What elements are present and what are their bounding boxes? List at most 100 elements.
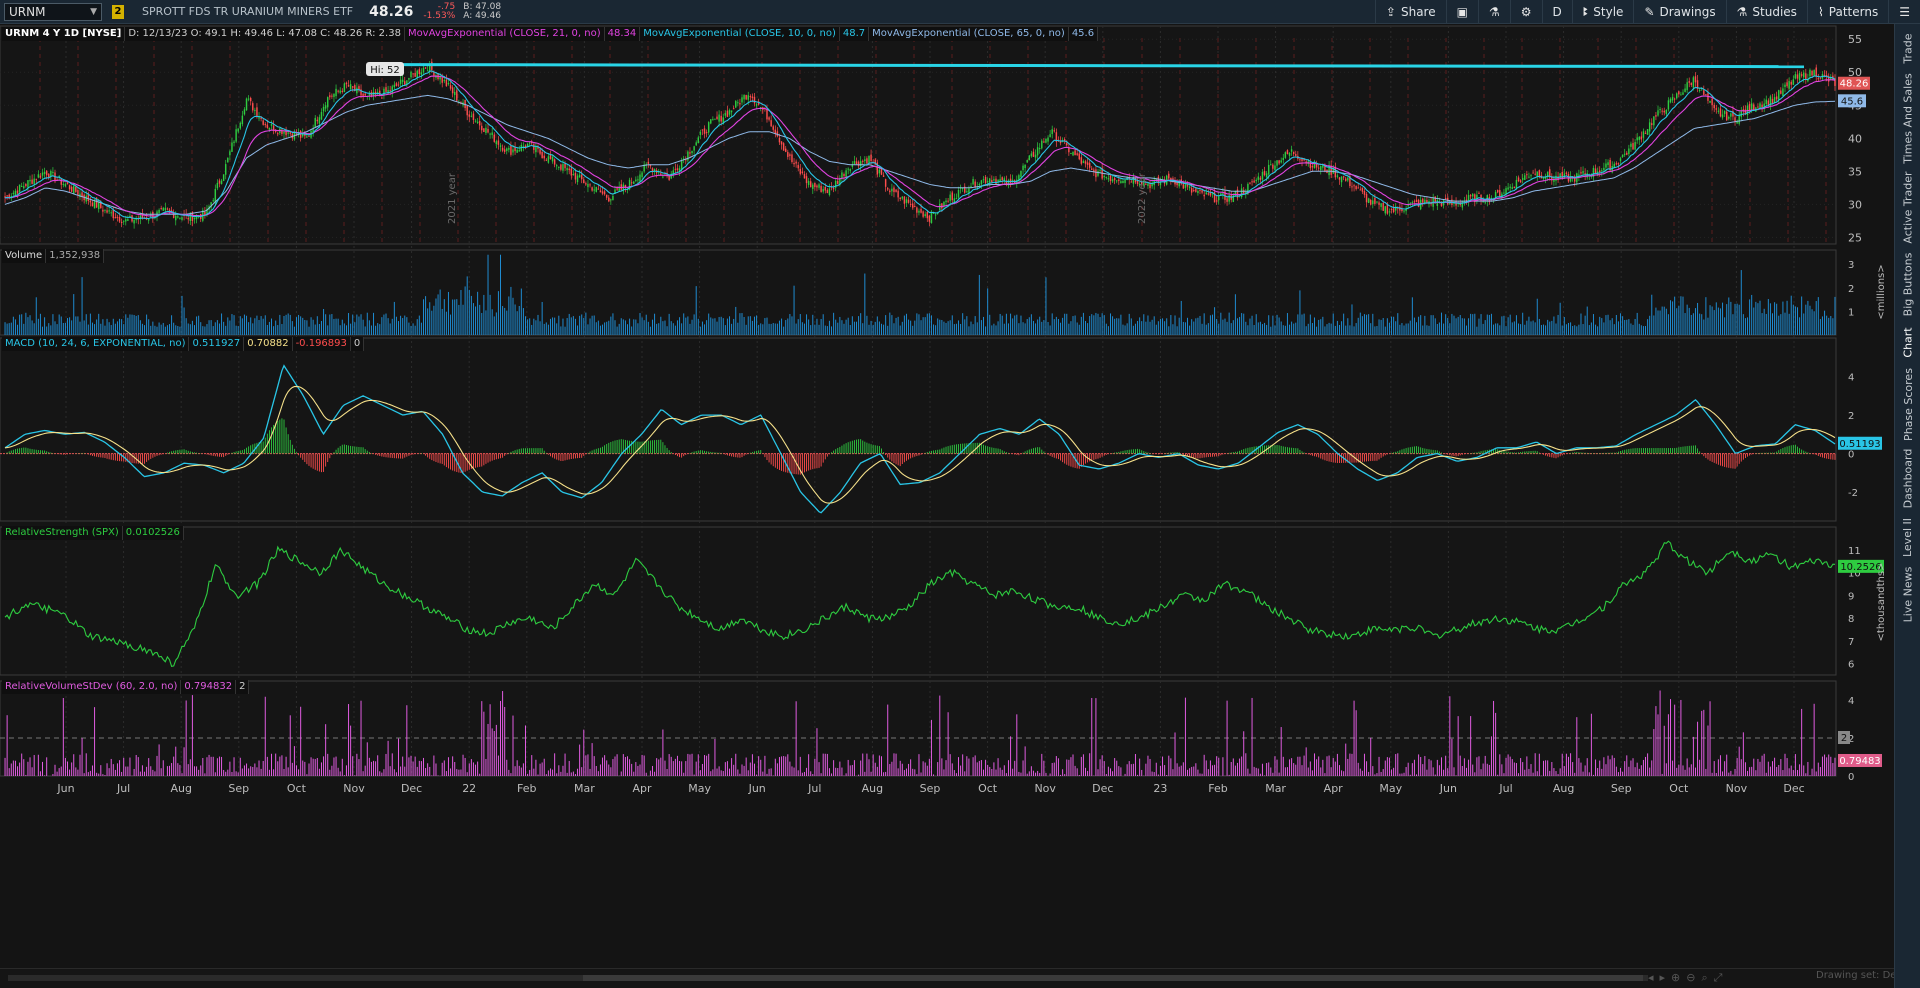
rs-label[interactable]: RelativeStrength (SPX) (2, 526, 123, 540)
candle-body (905, 199, 908, 203)
candle-body (1580, 172, 1582, 174)
candle-body (497, 140, 500, 145)
candle-body (1317, 167, 1320, 169)
candle-body (599, 190, 602, 193)
candle-body (1184, 184, 1187, 188)
volume-label[interactable]: Volume (2, 249, 47, 263)
candle-body (755, 104, 758, 106)
rv-label[interactable]: RelativeVolumeStDev (60, 2.0, no) (2, 680, 182, 694)
symbol-input[interactable]: URNM ▼ (4, 2, 102, 21)
side-tab-big-buttons[interactable]: Big Buttons (1895, 250, 1920, 318)
candle-body (797, 165, 799, 169)
candle-body (218, 180, 221, 184)
candle-body (1034, 154, 1037, 158)
chart-area[interactable]: Jun Jul Aug Sep Oct Nov Dec 22 Feb Mar Apr May Jun Ju… (0, 24, 1894, 988)
ema10-label[interactable]: MovAvgExponential (CLOSE, 10, 0, no) (640, 27, 840, 41)
style-button[interactable]: ꔪ Style (1571, 0, 1634, 24)
rs-y-tick: 6 (1848, 660, 1854, 671)
share-button[interactable]: ⇪ Share (1374, 0, 1446, 24)
side-tab-phase-scores[interactable]: Phase Scores (1895, 366, 1920, 442)
candle-body (1526, 174, 1528, 176)
side-tab-chart[interactable]: Chart (1895, 322, 1920, 362)
candle-body (555, 165, 558, 167)
candle-body (866, 158, 868, 164)
candle-body (118, 217, 121, 222)
flask-button[interactable]: ⚗ (1477, 0, 1510, 24)
candle-body (1719, 108, 1722, 117)
side-tab-live-news[interactable]: Live News (1895, 564, 1920, 624)
settings-button[interactable]: ⚙ (1509, 0, 1542, 24)
x-tick-label: Sep (920, 782, 941, 795)
horizontal-scrollbar[interactable] (8, 975, 1648, 981)
candle-body (809, 181, 812, 188)
side-tab-trade[interactable]: Trade (1895, 28, 1920, 68)
macd-label[interactable]: MACD (10, 24, 6, EXPONENTIAL, no) (2, 337, 190, 351)
volume-y-tick: 1 (1848, 307, 1854, 318)
candle-body (1780, 90, 1782, 94)
candle-body (753, 96, 756, 104)
top-toolbar: URNM ▼ 2 SPROTT FDS TR URANIUM MINERS ET… (0, 0, 1920, 24)
candle-body (1653, 116, 1655, 126)
side-tab-level-ii[interactable]: Level II (1895, 514, 1920, 560)
scroll-thumb[interactable] (583, 975, 1643, 981)
link-group-badge[interactable]: 2 (112, 4, 124, 19)
menu-button[interactable]: ☰ (1888, 0, 1920, 24)
candle-body (487, 129, 489, 133)
candle-body (1794, 74, 1797, 79)
studies-button[interactable]: ⚗ Studies (1725, 0, 1807, 24)
resistance-line (397, 63, 1805, 69)
candle-body (1786, 82, 1788, 87)
candle-body (1084, 161, 1087, 164)
patterns-button[interactable]: ⌇ Patterns (1806, 0, 1888, 24)
candle-body (857, 161, 860, 167)
candle-body (730, 110, 733, 113)
ema65-label[interactable]: MovAvgExponential (CLOSE, 65, 0, no) (869, 27, 1069, 41)
candle-body (907, 199, 910, 203)
ema21-label[interactable]: MovAvgExponential (CLOSE, 21, 0, no) (404, 27, 605, 41)
x-tick-label: Apr (1324, 782, 1344, 795)
candle-body (158, 209, 160, 214)
candle-body (1099, 169, 1101, 171)
drawings-button[interactable]: ✎ Drawings (1633, 0, 1725, 24)
side-tab-times-and-sales[interactable]: Times And Sales (1895, 72, 1920, 164)
candle-body (1782, 88, 1784, 97)
candle-body (899, 197, 901, 200)
chevron-down-icon[interactable]: ▼ (90, 7, 97, 17)
candle-body (1026, 160, 1028, 163)
candle-body (1345, 178, 1347, 181)
candle-body (1028, 155, 1031, 161)
candle-body (41, 172, 44, 176)
candle-body (347, 85, 350, 87)
candle-body (1176, 182, 1178, 186)
candle-body (647, 161, 650, 164)
style-label: Style (1593, 5, 1624, 19)
candle-body (610, 199, 612, 201)
snapshot-button[interactable]: ▣ (1445, 0, 1478, 24)
candle-body (1605, 163, 1607, 168)
aggregation-button[interactable]: D (1541, 0, 1572, 24)
candle-body (574, 172, 577, 180)
candle-body (212, 200, 214, 202)
candle-body (1215, 200, 1218, 202)
candle-body (393, 84, 396, 88)
candle-body (485, 127, 487, 133)
pencil-icon: ✎ (1644, 5, 1655, 19)
candle-body (1342, 176, 1345, 178)
candle-body (260, 117, 262, 119)
candle-body (64, 184, 67, 187)
zoom-controls[interactable]: ◂▸⊕⊖⌕⤢ (1648, 971, 1728, 985)
candle-body (1813, 70, 1815, 76)
candle-body (714, 118, 716, 120)
candle-body (331, 95, 333, 97)
candle-body (1359, 189, 1362, 191)
candle-body (1270, 164, 1272, 166)
side-tab-dashboard[interactable]: Dashboard (1895, 446, 1920, 510)
candle-body (799, 168, 802, 174)
candle-body (1692, 77, 1695, 88)
candle-body (1259, 177, 1262, 180)
chart-canvas[interactable]: Jun Jul Aug Sep Oct Nov Dec 22 Feb Mar Apr May Jun Ju… (0, 24, 1894, 968)
candle-body (1234, 191, 1237, 194)
candle-body (472, 113, 475, 121)
side-tab-active-trader[interactable]: Active Trader (1895, 168, 1920, 246)
ohlc-readout: D: 12/13/23 O: 49.1 H: 49.46 L: 47.08 C:… (125, 27, 405, 41)
